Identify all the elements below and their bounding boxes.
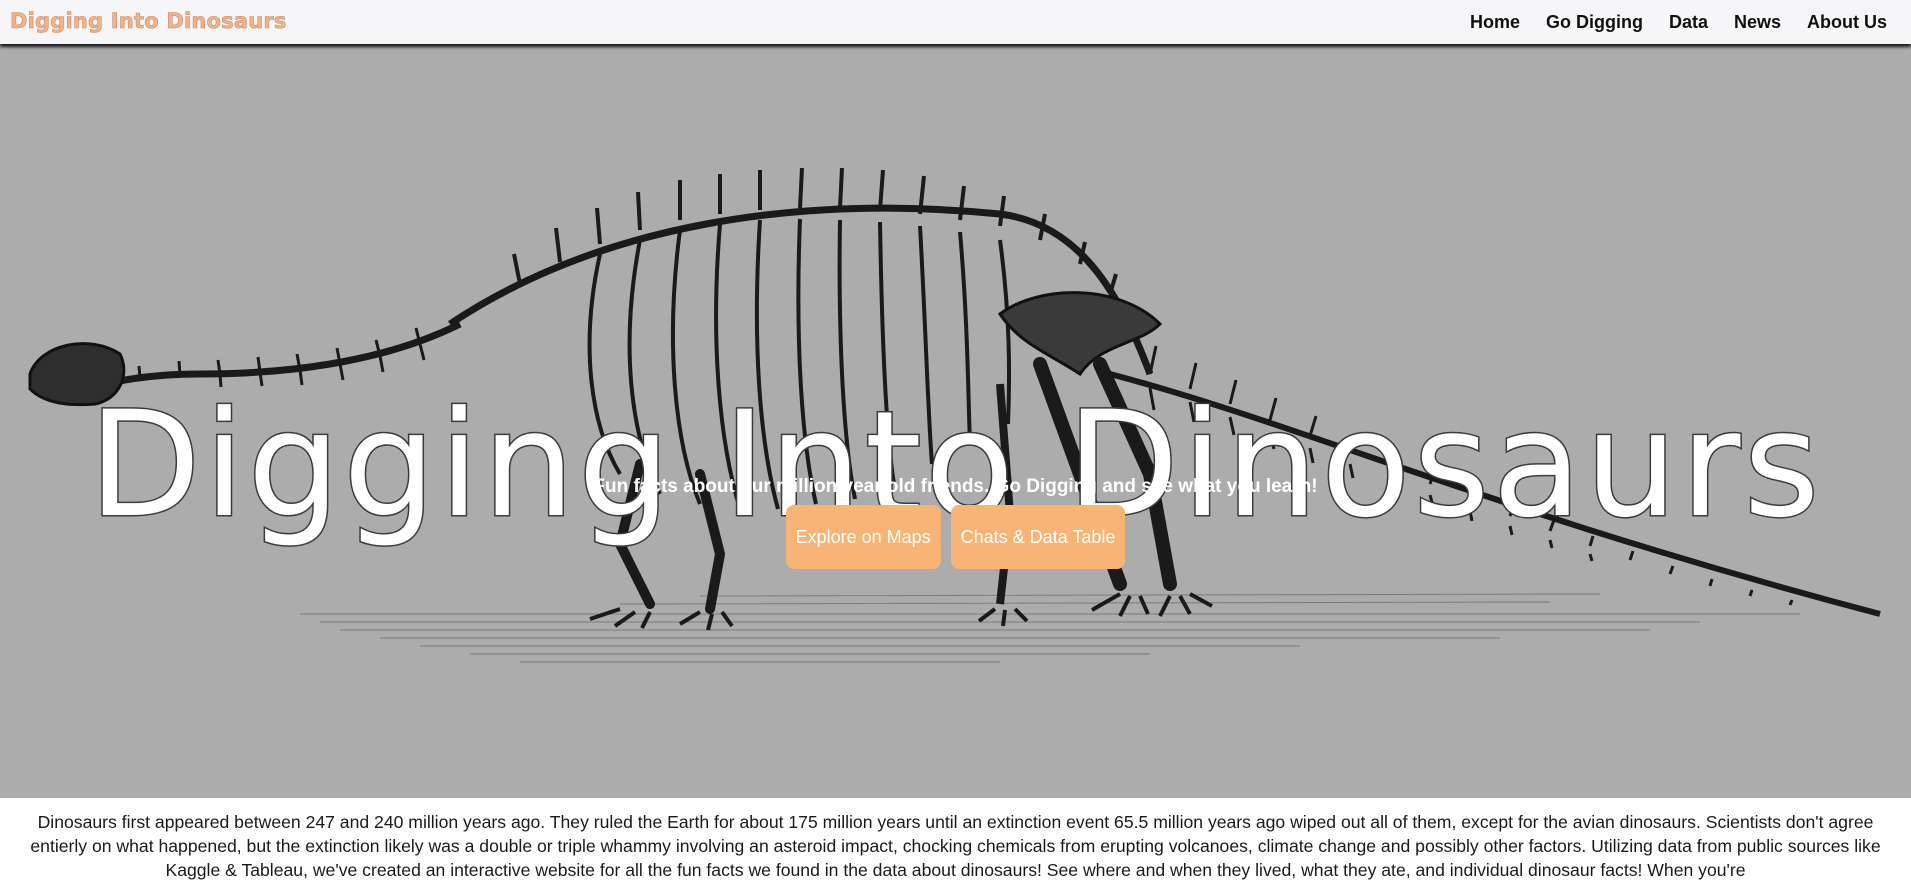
hero-subtitle: Fun facts about our million year old fri… [593, 476, 1318, 497]
nav-link-about-us[interactable]: About Us [1807, 12, 1887, 33]
nav-link-home[interactable]: Home [1470, 12, 1520, 33]
nav-link-news[interactable]: News [1734, 12, 1781, 33]
hero-buttons: Explore on Maps Chats & Data Table [0, 505, 1911, 569]
intro-text: Dinosaurs first appeared between 247 and… [30, 812, 1881, 880]
nav-link-data[interactable]: Data [1669, 12, 1708, 33]
nav-link-go-digging[interactable]: Go Digging [1546, 12, 1643, 33]
hero-section: Digging Into Dinosaurs Fun facts about o… [0, 44, 1911, 798]
charts-data-table-button[interactable]: Chats & Data Table [950, 505, 1126, 569]
explore-on-maps-button[interactable]: Explore on Maps [785, 505, 941, 569]
top-navbar: Digging Into Dinosaurs Home Go Digging D… [0, 0, 1911, 44]
brand-logo-link[interactable]: Digging Into Dinosaurs [10, 9, 287, 34]
nav-links: Home Go Digging Data News About Us [1470, 0, 1887, 44]
intro-paragraph: Dinosaurs first appeared between 247 and… [0, 798, 1911, 882]
